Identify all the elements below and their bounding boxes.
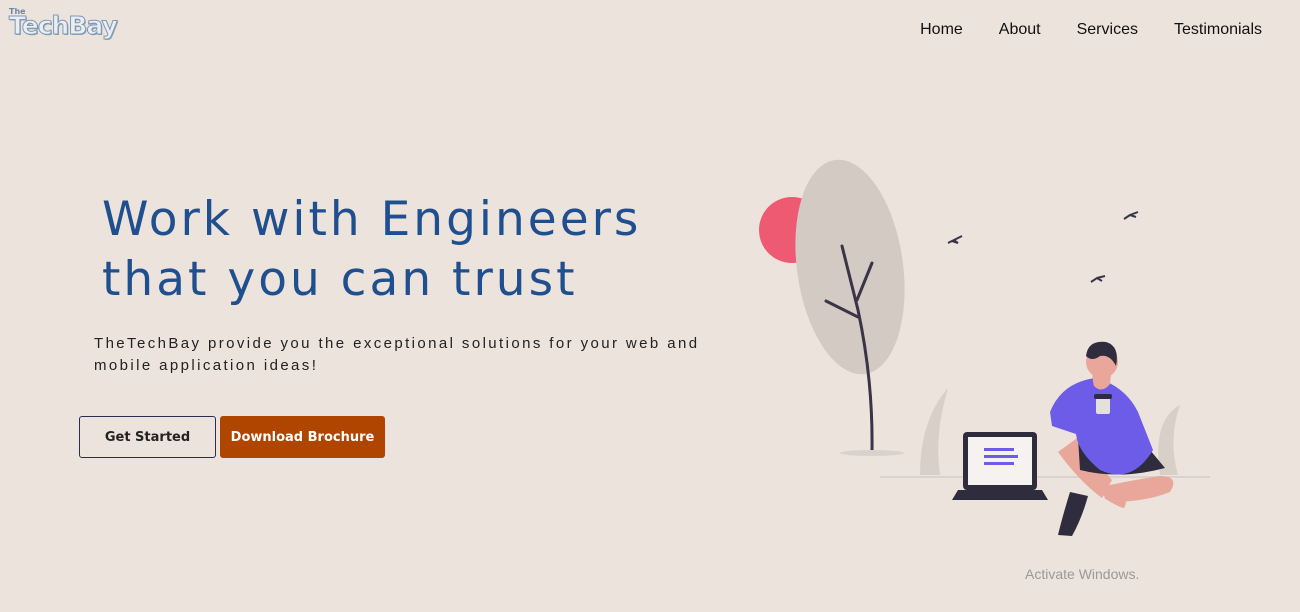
laptop xyxy=(952,432,1048,500)
hero-title-line-2: that you can trust xyxy=(102,252,578,307)
hero-subtitle: TheTechBay provide you the exceptional s… xyxy=(94,335,700,374)
grass-left xyxy=(920,388,948,475)
nav-services[interactable]: Services xyxy=(1077,21,1138,39)
tree-foliage xyxy=(795,159,905,375)
get-started-button[interactable]: Get Started xyxy=(79,416,216,458)
bird-2 xyxy=(1123,211,1139,220)
logo-small-text: The xyxy=(9,7,26,16)
bird-1 xyxy=(947,235,963,244)
nav-testimonials[interactable]: Testimonials xyxy=(1174,21,1262,39)
windows-activation-watermark: Activate Windows. xyxy=(1025,566,1140,582)
hero-title-line-1: Work with Engineers xyxy=(102,192,642,247)
hero-title: Work with Engineers that you can trust xyxy=(102,190,641,310)
hero-illustration xyxy=(759,159,1210,536)
person-figure xyxy=(1050,341,1174,536)
nav-home[interactable]: Home xyxy=(920,21,963,39)
bird-3 xyxy=(1090,275,1106,283)
site-logo[interactable]: The TechBay xyxy=(9,7,119,41)
tree-base xyxy=(840,450,904,456)
download-brochure-button[interactable]: Download Brochure xyxy=(220,416,385,458)
nav-about[interactable]: About xyxy=(999,21,1041,39)
main-nav: Home About Services Testimonials xyxy=(920,21,1262,39)
